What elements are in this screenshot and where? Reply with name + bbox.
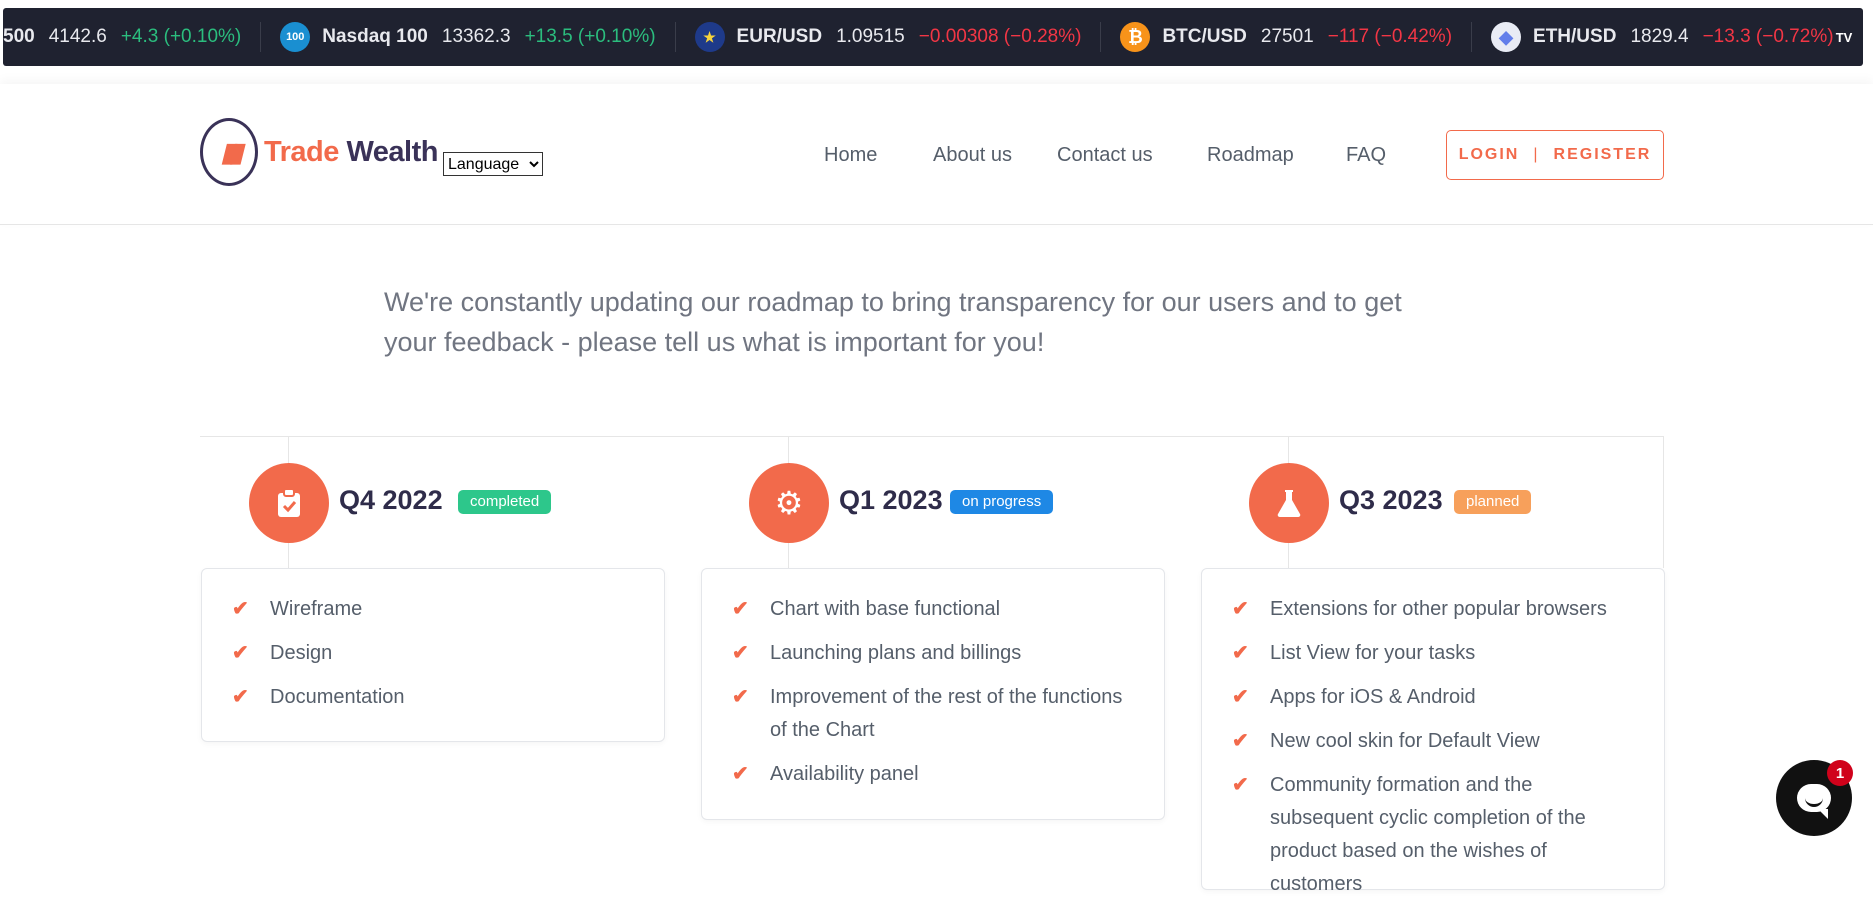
ticker-item-sp500[interactable]: 500 4142.6 +4.3 (+0.10%) bbox=[3, 8, 260, 66]
check-icon: ✔ bbox=[732, 763, 749, 785]
check-icon: ✔ bbox=[1232, 730, 1249, 752]
roadmap-card-q3-2023: ✔ Extensions for other popular browsers ✔… bbox=[1201, 568, 1665, 895]
list-item: ✔ Wireframe bbox=[232, 593, 664, 626]
market-ticker: 500 4142.6 +4.3 (+0.10%) 100 Nasdaq 100 … bbox=[3, 8, 1863, 66]
list-item-text: New cool skin for Default View bbox=[1270, 730, 1540, 752]
auth-separator: | bbox=[1533, 146, 1540, 163]
ticker-price: 13362.3 bbox=[441, 26, 511, 47]
chat-icon bbox=[1797, 784, 1831, 819]
logo-mark-icon: ▮▮ bbox=[200, 118, 258, 186]
language-select[interactable]: Language bbox=[443, 152, 543, 176]
list-item: ✔ Launching plans and billings bbox=[732, 637, 1140, 670]
list-item: ✔ Availability panel bbox=[732, 758, 1140, 791]
eur-usd-flag-icon: ★ bbox=[694, 22, 725, 52]
nav-roadmap[interactable]: Roadmap bbox=[1207, 144, 1294, 167]
roadmap-intro-text: We're constantly updating our roadmap to… bbox=[384, 287, 1402, 357]
list-item-text: Chart with base functional bbox=[770, 598, 1001, 620]
ticker-track: 500 4142.6 +4.3 (+0.10%) 100 Nasdaq 100 … bbox=[3, 8, 1853, 66]
ticker-symbol: EUR/USD bbox=[736, 26, 823, 47]
bitcoin-icon: ₿ bbox=[1120, 22, 1151, 52]
nav-faq[interactable]: FAQ bbox=[1346, 144, 1386, 167]
check-icon: ✔ bbox=[732, 686, 749, 708]
timeline-line bbox=[200, 436, 1664, 437]
list-item: ✔ Design bbox=[232, 637, 664, 670]
check-icon: ✔ bbox=[1232, 642, 1249, 664]
ticker-price: 1829.4 bbox=[1630, 26, 1689, 47]
ticker-symbol: ETH/USD bbox=[1533, 26, 1617, 47]
tradingview-icon[interactable]: TV bbox=[1833, 26, 1855, 48]
list-item-text: List View for your tasks bbox=[1270, 642, 1476, 664]
ethereum-icon: ◆ bbox=[1491, 22, 1522, 52]
status-badge: completed bbox=[458, 490, 552, 514]
login-register-button[interactable]: LOGIN | REGISTER bbox=[1446, 130, 1664, 180]
quarter-title: Q3 2023 bbox=[1339, 485, 1443, 515]
check-icon: ✔ bbox=[232, 642, 249, 664]
check-icon: ✔ bbox=[732, 642, 749, 664]
list-item-text: Launching plans and billings bbox=[770, 642, 1022, 664]
nav-about-us[interactable]: About us bbox=[933, 144, 1012, 167]
list-item-text: Extensions for other popular browsers bbox=[1270, 598, 1607, 620]
ticker-item-eurusd[interactable]: ★ EUR/USD 1.09515 −0.00308 (−0.28%) bbox=[676, 8, 1101, 66]
nav-home[interactable]: Home bbox=[824, 144, 877, 167]
list-item-text: Apps for iOS & Android bbox=[1270, 686, 1476, 708]
ticker-change: +4.3 (+0.10%) bbox=[120, 26, 242, 47]
logo-word-wealth: Wealth bbox=[346, 135, 438, 168]
roadmap-card-q4-2022: ✔ Wireframe ✔ Design ✔ Documentation bbox=[201, 568, 665, 742]
ticker-price: 27501 bbox=[1260, 26, 1314, 47]
list-item: ✔ Documentation bbox=[232, 681, 664, 714]
status-badge: on progress bbox=[950, 490, 1054, 514]
list-item-text: Improvement of the rest of the functions… bbox=[770, 686, 1123, 741]
roadmap-item-list: ✔ Chart with base functional ✔ Launching p… bbox=[702, 569, 1164, 791]
list-item: ✔ Community formation and the subsequent … bbox=[1232, 769, 1640, 901]
nasdaq-100-icon: 100 bbox=[280, 22, 311, 52]
ticker-symbol: Nasdaq 100 bbox=[322, 26, 428, 47]
ticker-price: 1.09515 bbox=[836, 26, 905, 47]
ticker-item-btcusd[interactable]: ₿ BTC/USD 27501 −117 (−0.42%) bbox=[1101, 8, 1471, 66]
list-item-text: Community formation and the subsequent c… bbox=[1270, 774, 1586, 895]
ticker-symbol: 500 bbox=[3, 26, 35, 47]
list-item-text: Wireframe bbox=[270, 598, 363, 620]
roadmap-card-q1-2023: ✔ Chart with base functional ✔ Launching p… bbox=[701, 568, 1165, 820]
nav-contact-us[interactable]: Contact us bbox=[1057, 144, 1153, 167]
check-icon: ✔ bbox=[1232, 774, 1249, 796]
check-icon: ✔ bbox=[232, 598, 249, 620]
roadmap-item-list: ✔ Wireframe ✔ Design ✔ Documentation bbox=[202, 569, 664, 714]
check-icon: ✔ bbox=[1232, 686, 1249, 708]
gear-icon: ⚙ bbox=[749, 463, 829, 543]
ticker-change: −13.3 (−0.72%) bbox=[1702, 26, 1834, 47]
ticker-item-nasdaq[interactable]: 100 Nasdaq 100 13362.3 +13.5 (+0.10%) bbox=[261, 8, 674, 66]
quarter-title: Q1 2023 bbox=[839, 485, 943, 515]
ticker-change: −0.00308 (−0.28%) bbox=[918, 26, 1082, 47]
list-item: ✔ List View for your tasks bbox=[1232, 637, 1640, 670]
quarter-title: Q4 2022 bbox=[339, 485, 443, 515]
flask-icon bbox=[1249, 463, 1329, 543]
ticker-change: +13.5 (+0.10%) bbox=[524, 26, 656, 47]
list-item-text: Availability panel bbox=[770, 763, 919, 785]
ticker-item-ethusd[interactable]: ◆ ETH/USD 1829.4 −13.3 (−0.72%) bbox=[1472, 8, 1853, 66]
ticker-symbol: BTC/USD bbox=[1162, 26, 1247, 47]
check-icon: ✔ bbox=[232, 686, 249, 708]
check-icon: ✔ bbox=[732, 598, 749, 620]
status-badge: planned bbox=[1454, 490, 1532, 514]
list-item: ✔ Improvement of the rest of the function… bbox=[732, 681, 1140, 747]
list-item-text: Design bbox=[270, 642, 333, 664]
chat-unread-badge: 1 bbox=[1827, 760, 1853, 786]
site-header: ▮▮ Trade Wealth Language Home About us C… bbox=[0, 84, 1873, 225]
site-logo[interactable]: ▮▮ Trade Wealth bbox=[200, 118, 438, 186]
list-item-text: Documentation bbox=[270, 686, 405, 708]
timeline-edge bbox=[1663, 436, 1664, 568]
roadmap-item-list: ✔ Extensions for other popular browsers ✔… bbox=[1202, 569, 1664, 901]
register-link[interactable]: REGISTER bbox=[1554, 146, 1652, 164]
list-item: ✔ New cool skin for Default View bbox=[1232, 725, 1640, 758]
logo-word-trade: Trade bbox=[264, 135, 339, 168]
list-item: ✔ Chart with base functional bbox=[732, 593, 1140, 626]
list-item: ✔ Extensions for other popular browsers bbox=[1232, 593, 1640, 626]
logo-wordmark: Trade Wealth bbox=[264, 136, 438, 169]
list-item: ✔ Apps for iOS & Android bbox=[1232, 681, 1640, 714]
login-link[interactable]: LOGIN bbox=[1459, 146, 1520, 164]
ticker-price: 4142.6 bbox=[48, 26, 107, 47]
ticker-change: −117 (−0.42%) bbox=[1327, 26, 1453, 47]
check-icon: ✔ bbox=[1232, 598, 1249, 620]
clipboard-check-icon bbox=[249, 463, 329, 543]
